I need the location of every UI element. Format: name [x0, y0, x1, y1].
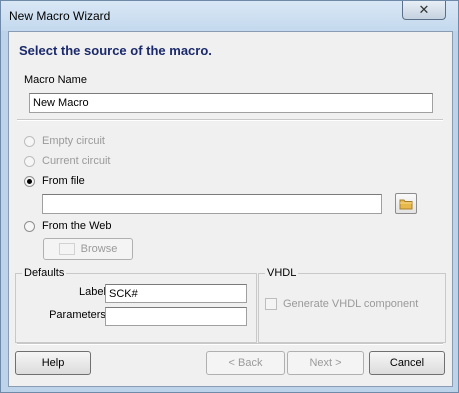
radio-button[interactable]: [24, 175, 35, 187]
title-bar: New Macro Wizard ✕: [1, 1, 458, 31]
cancel-button[interactable]: Cancel: [369, 351, 445, 375]
parameters-caption: Parameters:: [49, 309, 109, 321]
window-title: New Macro Wizard: [9, 9, 111, 23]
radio-from-file-label: From file: [42, 175, 85, 187]
back-button[interactable]: < Back: [206, 351, 285, 375]
close-icon: ✕: [418, 2, 430, 17]
macro-name-input[interactable]: [29, 93, 433, 113]
dialog-client-area: Select the source of the macro. Macro Na…: [8, 31, 453, 387]
label-input[interactable]: [105, 284, 247, 303]
close-button[interactable]: ✕: [402, 1, 446, 20]
divider: [17, 343, 443, 345]
file-path-input[interactable]: [42, 194, 382, 214]
radio-empty-circuit-label: Empty circuit: [42, 135, 105, 147]
radio-button[interactable]: [24, 155, 35, 167]
radio-button[interactable]: [24, 220, 35, 232]
vhdl-group-title: VHDL: [265, 267, 299, 279]
radio-current-circuit-label: Current circuit: [42, 155, 111, 167]
defaults-group: Defaults Label: Parameters:: [15, 267, 257, 343]
next-button[interactable]: Next >: [287, 351, 364, 375]
divider: [17, 119, 443, 121]
parameters-input[interactable]: [105, 307, 247, 326]
defaults-group-title: Defaults: [22, 267, 67, 279]
browse-button[interactable]: Browse: [43, 238, 133, 260]
cancel-button-label: Cancel: [389, 357, 425, 369]
radio-button[interactable]: [24, 135, 35, 147]
radio-from-web[interactable]: From the Web: [24, 218, 112, 234]
radio-empty-circuit[interactable]: Empty circuit: [24, 133, 105, 149]
radio-current-circuit[interactable]: Current circuit: [24, 153, 110, 169]
back-button-label: < Back: [228, 357, 263, 369]
wizard-window: New Macro Wizard ✕ Select the source of …: [0, 0, 459, 393]
help-button-label: Help: [41, 357, 65, 369]
next-button-label: Next >: [309, 357, 342, 369]
open-file-button[interactable]: [395, 193, 417, 214]
generate-vhdl-checkbox-row[interactable]: Generate VHDL component: [265, 298, 418, 310]
page-heading: Select the source of the macro.: [19, 43, 212, 58]
generate-vhdl-checkbox[interactable]: [265, 298, 277, 310]
radio-from-web-label: From the Web: [42, 220, 112, 232]
browse-icon: [58, 243, 75, 255]
generate-vhdl-label: Generate VHDL component: [283, 298, 419, 310]
macro-name-label: Macro Name: [24, 74, 87, 86]
help-button[interactable]: Help: [15, 351, 91, 375]
browse-button-label: Browse: [80, 243, 118, 255]
radio-from-file[interactable]: From file: [24, 173, 85, 189]
vhdl-group: VHDL Generate VHDL component: [258, 267, 446, 343]
folder-icon: [399, 199, 413, 209]
